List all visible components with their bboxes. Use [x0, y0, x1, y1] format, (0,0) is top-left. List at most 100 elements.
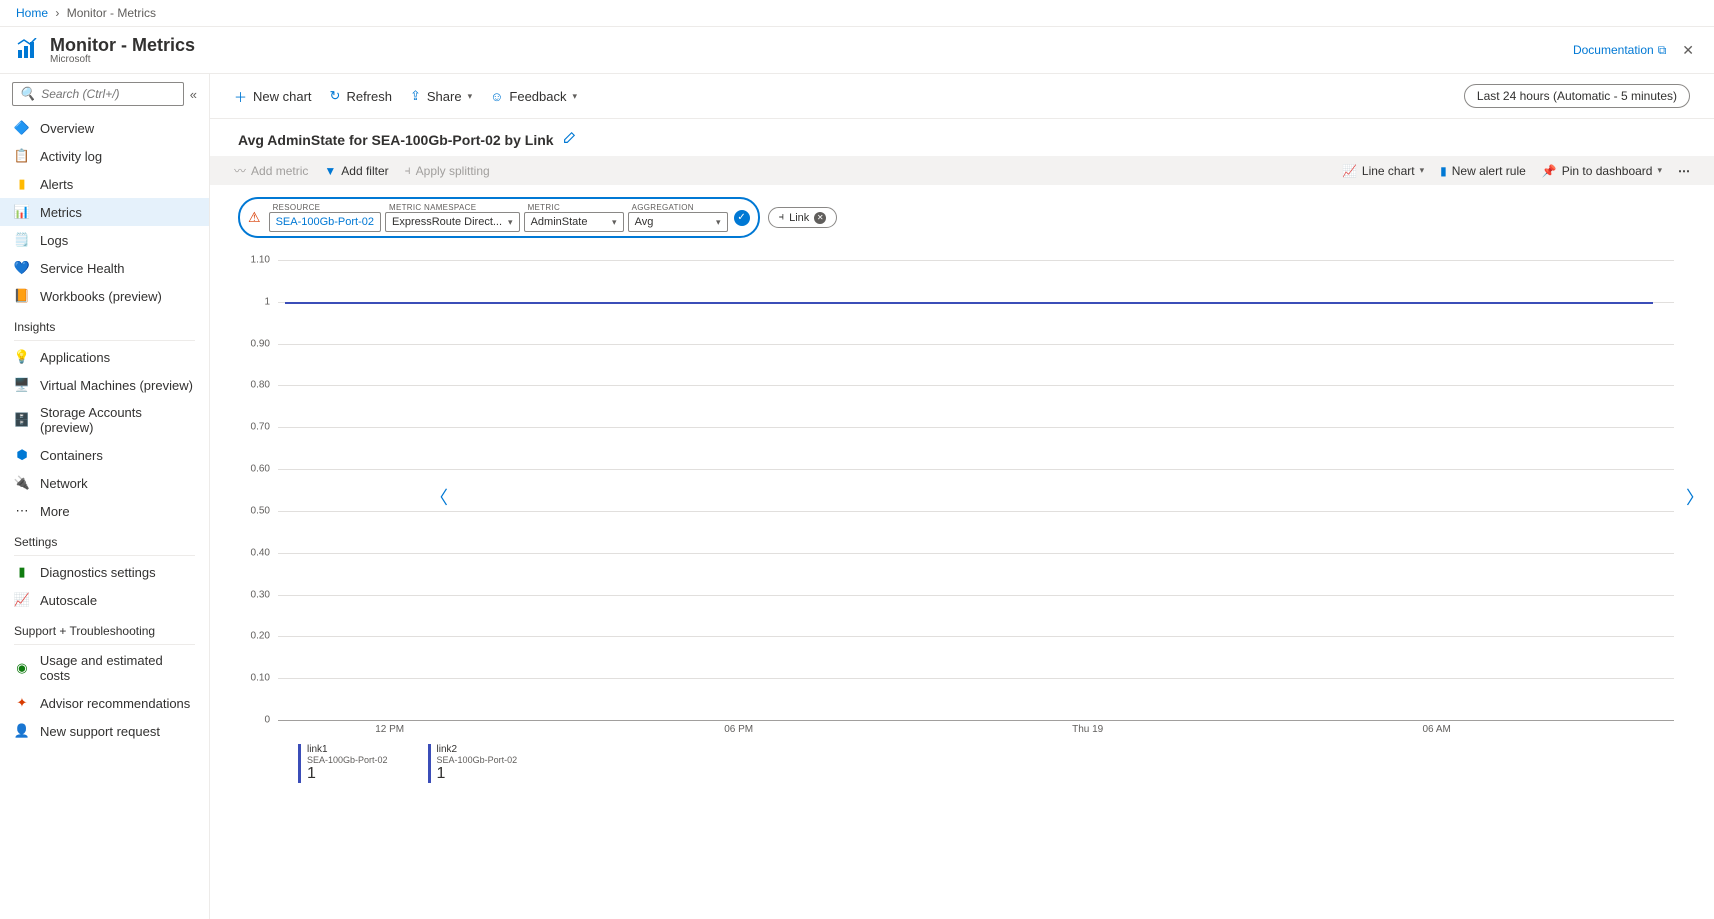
sidebar-item-label: Diagnostics settings [40, 565, 156, 580]
sidebar-item-label: Network [40, 476, 88, 491]
chart-type-selector[interactable]: 📈Line chart ▾ [1342, 164, 1424, 178]
sidebar-item-workbooks[interactable]: 📙Workbooks (preview) [0, 282, 209, 310]
new-alert-rule-button[interactable]: ▮New alert rule [1440, 164, 1526, 178]
breadcrumb-current: Monitor - Metrics [67, 6, 156, 20]
sidebar: 🔍 « 🔷Overview 📋Activity log ▮Alerts 📊Met… [0, 74, 210, 919]
gridline [278, 636, 1674, 637]
metric-label: METRIC [524, 203, 624, 212]
share-icon: ⇪ [410, 88, 421, 104]
sidebar-item-label: More [40, 504, 70, 519]
close-button[interactable]: ✕ [1678, 38, 1698, 63]
sidebar-item-vms[interactable]: 🖥️Virtual Machines (preview) [0, 371, 209, 399]
chevron-down-icon: ▾ [573, 91, 578, 102]
y-tick-label: 0.70 [251, 422, 270, 433]
link-filter-pill[interactable]: ⫞ Link ✕ [768, 207, 838, 228]
sidebar-item-containers[interactable]: ⬢ Containers [0, 441, 209, 469]
apply-splitting-button[interactable]: ⫞Apply splitting [405, 163, 490, 178]
sidebar-item-metrics[interactable]: 📊Metrics [0, 198, 209, 226]
y-tick-label: 1.10 [251, 255, 270, 266]
support-icon: 👤 [14, 723, 30, 739]
gridline [278, 260, 1674, 261]
gridline [278, 469, 1674, 470]
gridline [278, 553, 1674, 554]
sidebar-item-logs[interactable]: 🗒️Logs [0, 226, 209, 254]
aggregation-label: AGGREGATION [628, 203, 728, 212]
sidebar-item-applications[interactable]: 💡Applications [0, 343, 209, 371]
warning-icon: ⚠ [248, 209, 261, 226]
plus-icon: ＋ [234, 87, 247, 106]
sidebar-item-label: Containers [40, 448, 103, 463]
breadcrumb-home[interactable]: Home [16, 6, 48, 20]
chart-legend: link1SEA-100Gb-Port-021 link2SEA-100Gb-Po… [238, 740, 1674, 783]
sidebar-item-advisor[interactable]: ✦Advisor recommendations [0, 689, 209, 717]
search-input-wrapper[interactable]: 🔍 [12, 82, 184, 106]
sidebar-item-label: Activity log [40, 149, 102, 164]
alert-icon: ▮ [1440, 164, 1447, 178]
sidebar-item-more[interactable]: ⋯More [0, 497, 209, 525]
sidebar-item-service-health[interactable]: 💙Service Health [0, 254, 209, 282]
gridline [278, 511, 1674, 512]
sidebar-item-usage[interactable]: ◉Usage and estimated costs [0, 647, 209, 689]
next-chart-button[interactable]: 〉 [1678, 476, 1712, 518]
sidebar-item-label: Workbooks (preview) [40, 289, 162, 304]
refresh-icon: ↻ [330, 88, 341, 104]
y-tick-label: 0.20 [251, 631, 270, 642]
divider [14, 340, 195, 341]
divider [14, 644, 195, 645]
sidebar-item-label: Overview [40, 121, 94, 136]
more-options-button[interactable]: ⋯ [1678, 164, 1690, 178]
service-health-icon: 💙 [14, 260, 30, 276]
time-range-selector[interactable]: Last 24 hours (Automatic - 5 minutes) [1464, 84, 1690, 108]
sidebar-item-storage[interactable]: 🗄️Storage Accounts (preview) [0, 399, 209, 441]
share-button[interactable]: ⇪Share ▾ [410, 88, 472, 104]
sidebar-item-label: New support request [40, 724, 160, 739]
legend-value: 1 [307, 765, 388, 783]
y-tick-label: 0.80 [251, 380, 270, 391]
refresh-button[interactable]: ↻Refresh [330, 88, 392, 104]
sidebar-item-support-request[interactable]: 👤 New support request [0, 717, 209, 745]
x-tick-label: Thu 19 [1072, 724, 1103, 735]
pin-dashboard-button[interactable]: 📌Pin to dashboard ▾ [1542, 164, 1662, 178]
applications-icon: 💡 [14, 349, 30, 365]
filter-icon: ▼ [324, 164, 336, 178]
legend-item[interactable]: link2SEA-100Gb-Port-021 [428, 744, 518, 783]
logs-icon: 🗒️ [14, 232, 30, 248]
check-icon: ✓ [734, 210, 750, 226]
add-metric-button[interactable]: 〰Add metric [234, 162, 308, 179]
sidebar-item-diagnostics[interactable]: ▮Diagnostics settings [0, 558, 209, 586]
documentation-link[interactable]: Documentation ⧉ [1573, 43, 1666, 58]
y-axis: 1.1010.900.800.700.600.500.400.300.200.1… [238, 260, 274, 720]
advisor-icon: ✦ [14, 695, 30, 711]
feedback-button[interactable]: ☺Feedback ▾ [490, 89, 577, 104]
resource-selector[interactable]: SEA-100Gb-Port-02 [269, 212, 381, 232]
y-tick-label: 0 [264, 715, 270, 726]
gridline [278, 385, 1674, 386]
x-tick-label: 06 AM [1422, 724, 1450, 735]
namespace-selector[interactable]: ExpressRoute Direct...▾ [385, 212, 520, 232]
chart-grid [278, 260, 1674, 720]
usage-icon: ◉ [14, 660, 30, 676]
metric-selector[interactable]: AdminState▾ [524, 212, 624, 232]
sidebar-item-autoscale[interactable]: 📈Autoscale [0, 586, 209, 614]
legend-item[interactable]: link1SEA-100Gb-Port-021 [298, 744, 388, 783]
sidebar-item-network[interactable]: 🔌Network [0, 469, 209, 497]
main-content: ＋New chart ↻Refresh ⇪Share ▾ ☺Feedback ▾… [210, 74, 1714, 919]
remove-filter-button[interactable]: ✕ [814, 212, 826, 224]
sidebar-item-activity-log[interactable]: 📋Activity log [0, 142, 209, 170]
search-input[interactable] [41, 87, 177, 101]
autoscale-icon: 📈 [14, 592, 30, 608]
divider [14, 555, 195, 556]
edit-title-button[interactable] [562, 131, 576, 148]
chevron-down-icon: ▾ [1657, 165, 1662, 176]
aggregation-selector[interactable]: Avg▾ [628, 212, 728, 232]
new-chart-button[interactable]: ＋New chart [234, 87, 312, 106]
containers-icon: ⬢ [14, 447, 30, 463]
collapse-sidebar-button[interactable]: « [190, 87, 197, 102]
storage-icon: 🗄️ [14, 412, 30, 428]
monitor-icon [16, 38, 40, 62]
sidebar-item-alerts[interactable]: ▮Alerts [0, 170, 209, 198]
chevron-down-icon: ▾ [716, 217, 721, 228]
add-filter-button[interactable]: ▼Add filter [324, 164, 388, 178]
sidebar-item-overview[interactable]: 🔷Overview [0, 114, 209, 142]
prev-chart-button[interactable]: 〈 [422, 476, 456, 518]
